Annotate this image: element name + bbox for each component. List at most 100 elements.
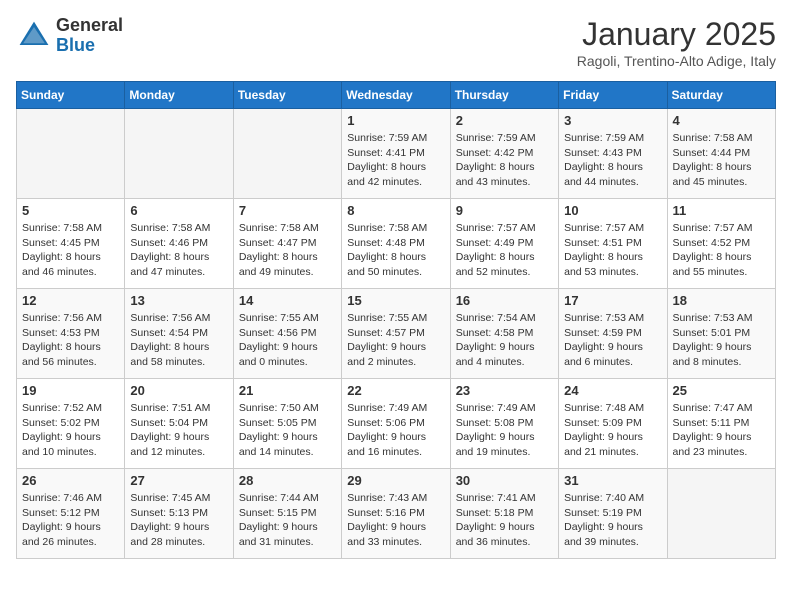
cell-day-number: 31 bbox=[564, 473, 661, 488]
cell-day-number: 3 bbox=[564, 113, 661, 128]
cell-day-number: 23 bbox=[456, 383, 553, 398]
cell-info-text: Sunrise: 7:40 AM Sunset: 5:19 PM Dayligh… bbox=[564, 491, 661, 550]
calendar-cell: 17 Sunrise: 7:53 AM Sunset: 4:59 PM Dayli… bbox=[559, 289, 667, 379]
month-title: January 2025 bbox=[577, 16, 776, 53]
calendar-cell: 11 Sunrise: 7:57 AM Sunset: 4:52 PM Dayli… bbox=[667, 199, 775, 289]
calendar-table: Sunday Monday Tuesday Wednesday Thursday… bbox=[16, 81, 776, 559]
calendar-cell: 8 Sunrise: 7:58 AM Sunset: 4:48 PM Daylig… bbox=[342, 199, 450, 289]
calendar-cell: 4 Sunrise: 7:58 AM Sunset: 4:44 PM Daylig… bbox=[667, 109, 775, 199]
cell-info-text: Sunrise: 7:51 AM Sunset: 5:04 PM Dayligh… bbox=[130, 401, 227, 460]
cell-info-text: Sunrise: 7:49 AM Sunset: 5:06 PM Dayligh… bbox=[347, 401, 444, 460]
calendar-header: Sunday Monday Tuesday Wednesday Thursday… bbox=[17, 82, 776, 109]
calendar-cell: 27Sunrise: 7:45 AM Sunset: 5:13 PM Dayli… bbox=[125, 469, 233, 559]
cell-info-text: Sunrise: 7:49 AM Sunset: 5:08 PM Dayligh… bbox=[456, 401, 553, 460]
calendar-cell: 31 Sunrise: 7:40 AM Sunset: 5:19 PM Dayli… bbox=[559, 469, 667, 559]
cell-day-number: 4 bbox=[673, 113, 770, 128]
cell-day-number: 20 bbox=[130, 383, 227, 398]
col-wednesday: Wednesday bbox=[342, 82, 450, 109]
cell-info-text: Sunrise: 7:46 AM Sunset: 5:12 PM Dayligh… bbox=[22, 491, 119, 550]
calendar-cell: 28Sunrise: 7:44 AM Sunset: 5:15 PM Dayli… bbox=[233, 469, 341, 559]
cell-info-text: Sunrise: 7:59 AM Sunset: 4:42 PM Dayligh… bbox=[456, 131, 553, 190]
cell-info-text: Sunrise: 7:54 AM Sunset: 4:58 PM Dayligh… bbox=[456, 311, 553, 370]
calendar-cell bbox=[125, 109, 233, 199]
logo-blue-text: Blue bbox=[56, 35, 95, 55]
location-text: Ragoli, Trentino-Alto Adige, Italy bbox=[577, 53, 776, 69]
logo-general-text: General bbox=[56, 15, 123, 35]
cell-day-number: 2 bbox=[456, 113, 553, 128]
cell-info-text: Sunrise: 7:57 AM Sunset: 4:52 PM Dayligh… bbox=[673, 221, 770, 280]
col-monday: Monday bbox=[125, 82, 233, 109]
cell-day-number: 21 bbox=[239, 383, 336, 398]
calendar-cell: 19 Sunrise: 7:52 AM Sunset: 5:02 PM Dayli… bbox=[17, 379, 125, 469]
logo-icon bbox=[16, 18, 52, 54]
calendar-cell: 9 Sunrise: 7:57 AM Sunset: 4:49 PM Daylig… bbox=[450, 199, 558, 289]
calendar-cell: 7 Sunrise: 7:58 AM Sunset: 4:47 PM Daylig… bbox=[233, 199, 341, 289]
cell-info-text: Sunrise: 7:47 AM Sunset: 5:11 PM Dayligh… bbox=[673, 401, 770, 460]
calendar-cell bbox=[667, 469, 775, 559]
col-thursday: Thursday bbox=[450, 82, 558, 109]
cell-info-text: Sunrise: 7:43 AM Sunset: 5:16 PM Dayligh… bbox=[347, 491, 444, 550]
cell-day-number: 11 bbox=[673, 203, 770, 218]
cell-day-number: 7 bbox=[239, 203, 336, 218]
cell-info-text: Sunrise: 7:50 AM Sunset: 5:05 PM Dayligh… bbox=[239, 401, 336, 460]
cell-info-text: Sunrise: 7:53 AM Sunset: 4:59 PM Dayligh… bbox=[564, 311, 661, 370]
calendar-cell: 25 Sunrise: 7:47 AM Sunset: 5:11 PM Dayli… bbox=[667, 379, 775, 469]
calendar-cell: 20 Sunrise: 7:51 AM Sunset: 5:04 PM Dayli… bbox=[125, 379, 233, 469]
calendar-cell: 22 Sunrise: 7:49 AM Sunset: 5:06 PM Dayli… bbox=[342, 379, 450, 469]
calendar-cell: 13Sunrise: 7:56 AM Sunset: 4:54 PM Dayli… bbox=[125, 289, 233, 379]
calendar-week-row: 12Sunrise: 7:56 AM Sunset: 4:53 PM Dayli… bbox=[17, 289, 776, 379]
cell-info-text: Sunrise: 7:59 AM Sunset: 4:41 PM Dayligh… bbox=[347, 131, 444, 190]
calendar-cell bbox=[17, 109, 125, 199]
cell-info-text: Sunrise: 7:44 AM Sunset: 5:15 PM Dayligh… bbox=[239, 491, 336, 550]
calendar-cell: 12Sunrise: 7:56 AM Sunset: 4:53 PM Dayli… bbox=[17, 289, 125, 379]
cell-info-text: Sunrise: 7:57 AM Sunset: 4:51 PM Dayligh… bbox=[564, 221, 661, 280]
calendar-week-row: 5 Sunrise: 7:58 AM Sunset: 4:45 PM Daylig… bbox=[17, 199, 776, 289]
title-block: January 2025 Ragoli, Trentino-Alto Adige… bbox=[577, 16, 776, 69]
cell-day-number: 10 bbox=[564, 203, 661, 218]
cell-info-text: Sunrise: 7:48 AM Sunset: 5:09 PM Dayligh… bbox=[564, 401, 661, 460]
col-saturday: Saturday bbox=[667, 82, 775, 109]
calendar-body: 1 Sunrise: 7:59 AM Sunset: 4:41 PM Daylig… bbox=[17, 109, 776, 559]
cell-day-number: 15 bbox=[347, 293, 444, 308]
col-sunday: Sunday bbox=[17, 82, 125, 109]
col-friday: Friday bbox=[559, 82, 667, 109]
calendar-cell: 5 Sunrise: 7:58 AM Sunset: 4:45 PM Daylig… bbox=[17, 199, 125, 289]
cell-info-text: Sunrise: 7:58 AM Sunset: 4:45 PM Dayligh… bbox=[22, 221, 119, 280]
cell-info-text: Sunrise: 7:58 AM Sunset: 4:47 PM Dayligh… bbox=[239, 221, 336, 280]
cell-day-number: 24 bbox=[564, 383, 661, 398]
calendar-week-row: 26Sunrise: 7:46 AM Sunset: 5:12 PM Dayli… bbox=[17, 469, 776, 559]
cell-day-number: 16 bbox=[456, 293, 553, 308]
cell-day-number: 22 bbox=[347, 383, 444, 398]
calendar-cell: 14 Sunrise: 7:55 AM Sunset: 4:56 PM Dayli… bbox=[233, 289, 341, 379]
calendar-week-row: 19 Sunrise: 7:52 AM Sunset: 5:02 PM Dayli… bbox=[17, 379, 776, 469]
cell-day-number: 5 bbox=[22, 203, 119, 218]
cell-day-number: 14 bbox=[239, 293, 336, 308]
calendar-cell: 24 Sunrise: 7:48 AM Sunset: 5:09 PM Dayli… bbox=[559, 379, 667, 469]
cell-info-text: Sunrise: 7:57 AM Sunset: 4:49 PM Dayligh… bbox=[456, 221, 553, 280]
cell-day-number: 6 bbox=[130, 203, 227, 218]
cell-day-number: 25 bbox=[673, 383, 770, 398]
cell-day-number: 27 bbox=[130, 473, 227, 488]
days-of-week-row: Sunday Monday Tuesday Wednesday Thursday… bbox=[17, 82, 776, 109]
cell-info-text: Sunrise: 7:56 AM Sunset: 4:53 PM Dayligh… bbox=[22, 311, 119, 370]
cell-day-number: 17 bbox=[564, 293, 661, 308]
cell-day-number: 8 bbox=[347, 203, 444, 218]
cell-info-text: Sunrise: 7:56 AM Sunset: 4:54 PM Dayligh… bbox=[130, 311, 227, 370]
cell-day-number: 9 bbox=[456, 203, 553, 218]
calendar-cell: 23 Sunrise: 7:49 AM Sunset: 5:08 PM Dayli… bbox=[450, 379, 558, 469]
cell-day-number: 18 bbox=[673, 293, 770, 308]
calendar-cell: 2 Sunrise: 7:59 AM Sunset: 4:42 PM Daylig… bbox=[450, 109, 558, 199]
cell-info-text: Sunrise: 7:55 AM Sunset: 4:57 PM Dayligh… bbox=[347, 311, 444, 370]
cell-day-number: 19 bbox=[22, 383, 119, 398]
cell-info-text: Sunrise: 7:55 AM Sunset: 4:56 PM Dayligh… bbox=[239, 311, 336, 370]
cell-info-text: Sunrise: 7:52 AM Sunset: 5:02 PM Dayligh… bbox=[22, 401, 119, 460]
cell-info-text: Sunrise: 7:58 AM Sunset: 4:44 PM Dayligh… bbox=[673, 131, 770, 190]
calendar-cell: 3Sunrise: 7:59 AM Sunset: 4:43 PM Daylig… bbox=[559, 109, 667, 199]
calendar-cell: 15 Sunrise: 7:55 AM Sunset: 4:57 PM Dayli… bbox=[342, 289, 450, 379]
col-tuesday: Tuesday bbox=[233, 82, 341, 109]
cell-info-text: Sunrise: 7:58 AM Sunset: 4:48 PM Dayligh… bbox=[347, 221, 444, 280]
calendar-cell: 18Sunrise: 7:53 AM Sunset: 5:01 PM Dayli… bbox=[667, 289, 775, 379]
cell-day-number: 29 bbox=[347, 473, 444, 488]
cell-info-text: Sunrise: 7:58 AM Sunset: 4:46 PM Dayligh… bbox=[130, 221, 227, 280]
cell-day-number: 1 bbox=[347, 113, 444, 128]
